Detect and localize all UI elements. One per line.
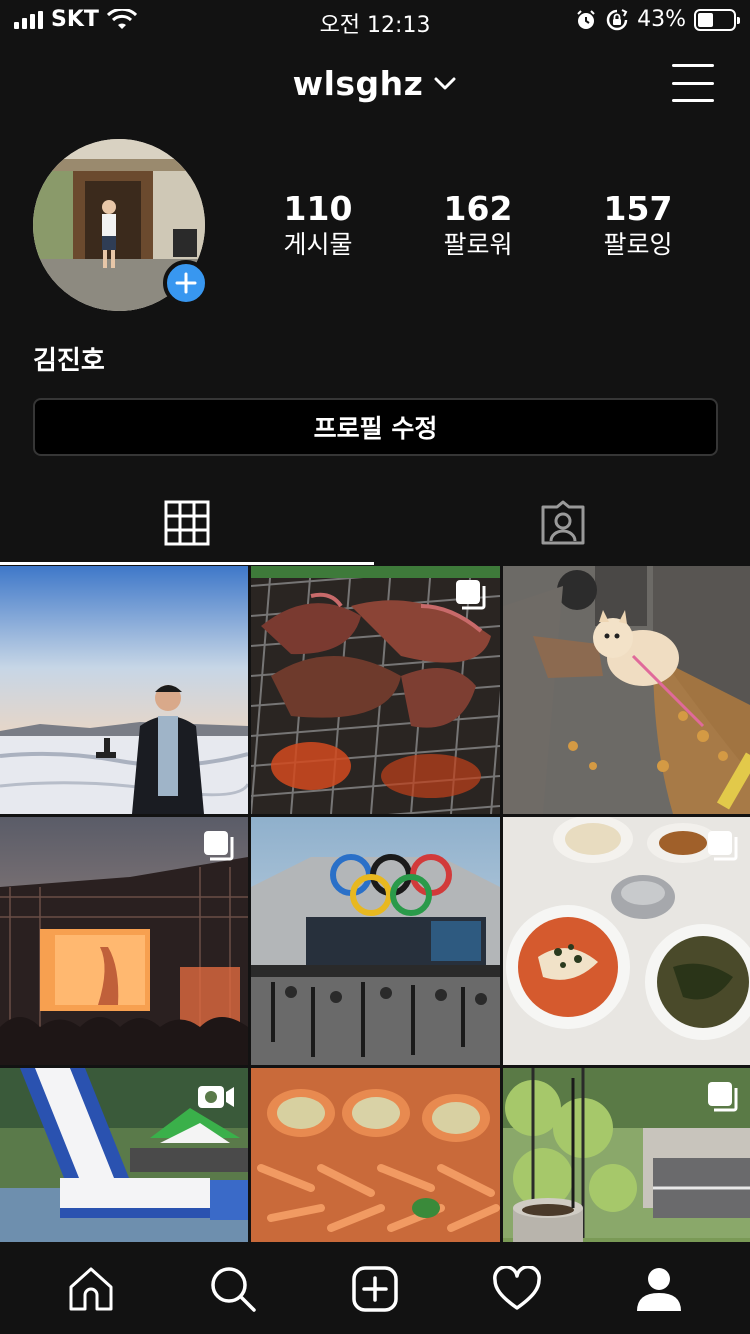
nav-new-post[interactable]	[345, 1259, 405, 1319]
chevron-down-icon[interactable]	[433, 76, 457, 92]
grid-post[interactable]	[503, 1068, 750, 1242]
tab-tagged[interactable]	[376, 480, 750, 566]
search-icon	[211, 1267, 256, 1312]
post-thumbnail	[503, 566, 750, 814]
username[interactable]: wlsghz	[293, 64, 424, 103]
post-thumbnail	[251, 817, 500, 1065]
edit-profile-button[interactable]: 프로필 수정	[33, 398, 718, 456]
grid-post[interactable]	[251, 817, 500, 1065]
status-bar: SKT 오전 12:13 43%	[0, 0, 750, 40]
grid-icon	[164, 500, 210, 546]
activity-heart-icon	[493, 1266, 541, 1310]
new-post-icon	[352, 1266, 398, 1312]
add-story-button[interactable]	[163, 260, 209, 306]
stat-value: 157	[603, 189, 673, 228]
rotation-lock-icon	[606, 8, 628, 30]
stat-label: 팔로워	[443, 230, 513, 259]
profile-icon	[637, 1268, 681, 1311]
battery-percent: 43%	[637, 7, 686, 32]
video-icon	[198, 1086, 234, 1108]
grid-post[interactable]	[251, 566, 500, 814]
alarm-icon	[577, 9, 595, 29]
post-thumbnail	[0, 566, 248, 814]
profile-header: wlsghz	[0, 52, 750, 116]
grid-post[interactable]	[503, 566, 750, 814]
post-thumbnail	[251, 1068, 500, 1242]
nav-home[interactable]	[61, 1259, 121, 1319]
multiple-photos-icon	[204, 831, 234, 861]
home-icon	[69, 1267, 113, 1311]
profile-tabs	[0, 480, 750, 566]
nav-profile[interactable]	[629, 1259, 689, 1319]
multiple-photos-icon	[456, 580, 486, 610]
bottom-navigation	[0, 1244, 750, 1334]
nav-search[interactable]	[203, 1259, 263, 1319]
nav-activity[interactable]	[487, 1259, 547, 1319]
tagged-person-icon	[541, 500, 585, 545]
grid-post[interactable]	[251, 1068, 500, 1242]
active-tab-indicator	[0, 562, 374, 565]
followers-count[interactable]: 162 팔로워	[398, 190, 558, 262]
posts-count[interactable]: 110 게시물	[238, 190, 398, 262]
grid-post[interactable]	[0, 1068, 248, 1242]
multiple-photos-icon	[708, 1082, 738, 1112]
multiple-photos-icon	[708, 831, 738, 861]
display-name: 김진호	[33, 346, 105, 376]
following-count[interactable]: 157 팔로잉	[558, 190, 718, 262]
stat-value: 110	[283, 189, 353, 228]
posts-grid	[0, 566, 750, 1242]
grid-post[interactable]	[0, 566, 248, 814]
stat-label: 게시물	[283, 230, 353, 259]
grid-post[interactable]	[0, 817, 248, 1065]
hamburger-menu-icon[interactable]	[672, 64, 714, 102]
account-switcher[interactable]: wlsghz	[0, 64, 750, 103]
battery-icon	[694, 8, 740, 31]
profile-stats: 110 게시물 162 팔로워 157 팔로잉	[238, 190, 718, 262]
stat-label: 팔로잉	[603, 230, 673, 259]
grid-post[interactable]	[503, 817, 750, 1065]
plus-icon	[175, 272, 197, 294]
tab-posts-grid[interactable]	[0, 480, 374, 566]
stat-value: 162	[443, 189, 513, 228]
